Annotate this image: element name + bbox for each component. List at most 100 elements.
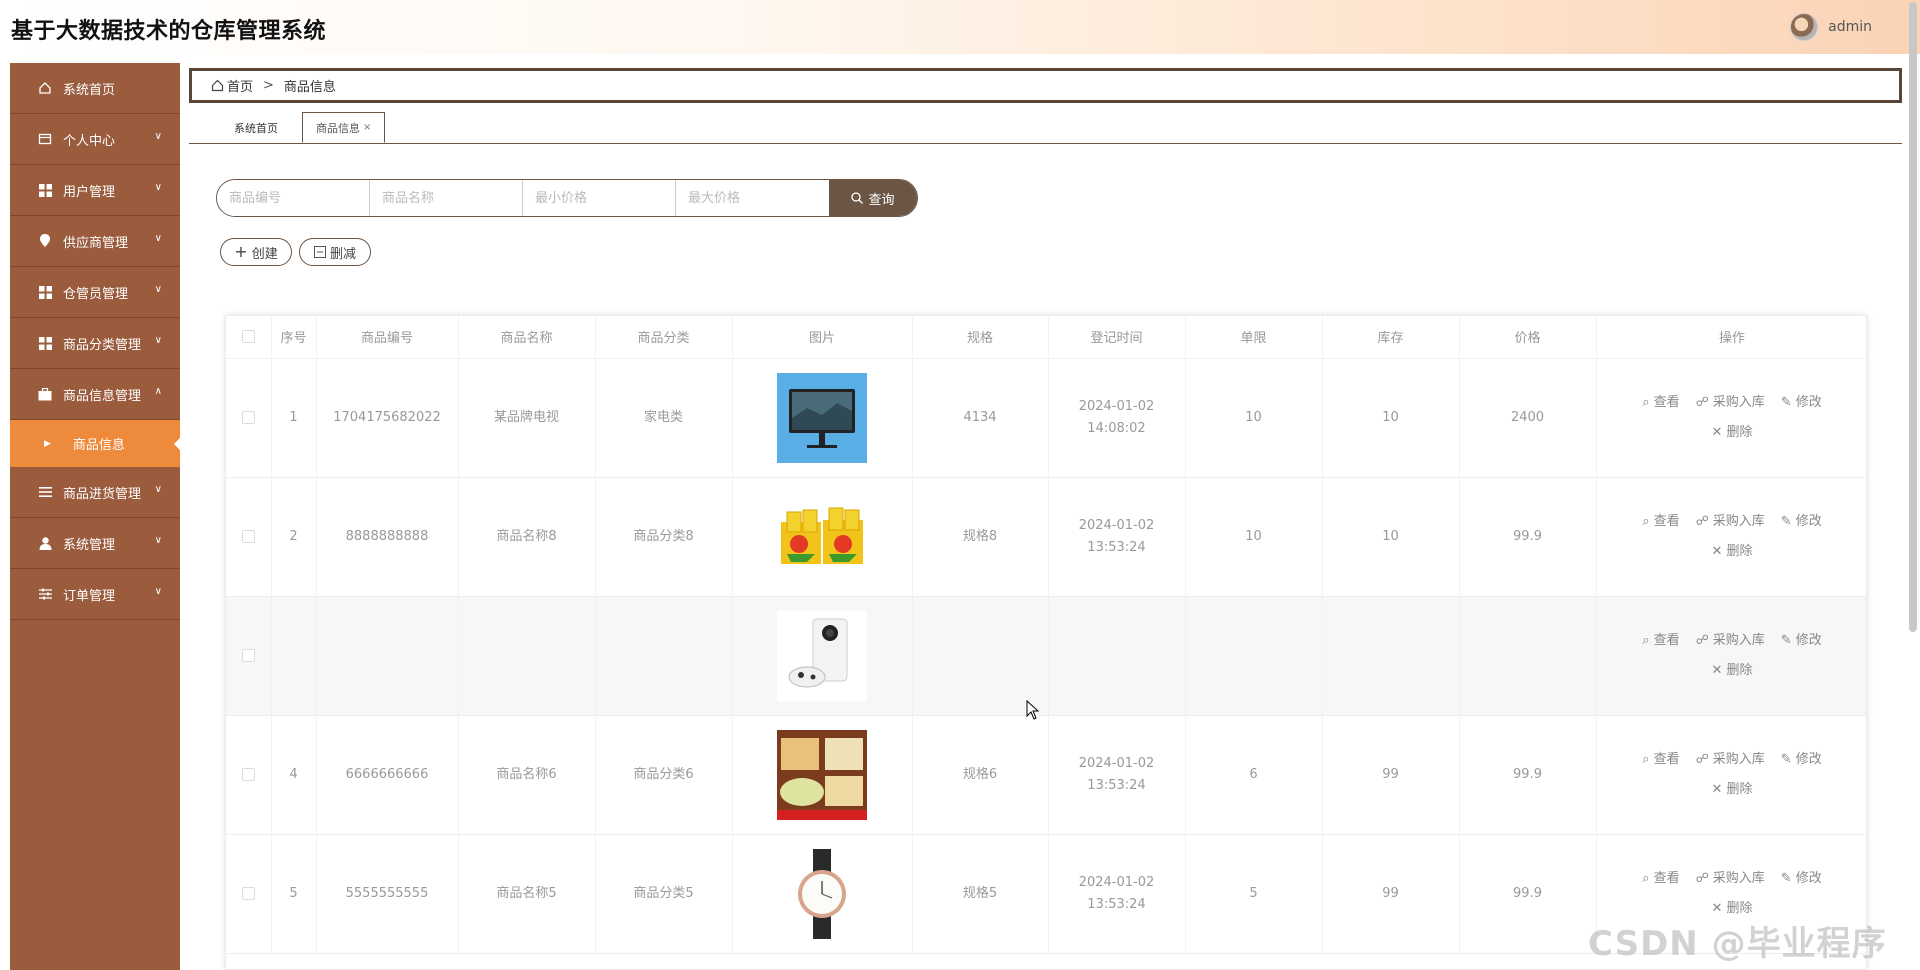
- purchase-button[interactable]: ☍ 采购入库: [1696, 749, 1765, 771]
- watermark: CSDN @毕业程序员: [1588, 924, 1887, 964]
- username[interactable]: admin: [1828, 19, 1872, 35]
- sidebar-item-label: 商品信息管理: [63, 388, 142, 404]
- row-checkbox[interactable]: [226, 596, 272, 716]
- cell-limit: [1185, 596, 1323, 716]
- list-icon: [37, 484, 53, 500]
- edit-button[interactable]: ✎ 修改: [1781, 392, 1822, 414]
- view-button[interactable]: ⌕ 查看: [1642, 392, 1679, 414]
- sidebar-item-system[interactable]: 系统管理 ∨: [10, 518, 180, 569]
- tab-bar: 系统首页 商品信息 ×: [189, 112, 1902, 144]
- cell-price: 99.9: [1459, 834, 1597, 954]
- edit-button[interactable]: ✎ 修改: [1781, 630, 1822, 652]
- minus-square-icon: [313, 246, 326, 258]
- cell-category: 家电类: [595, 358, 733, 478]
- view-button[interactable]: ⌕ 查看: [1642, 749, 1679, 771]
- purchase-button[interactable]: ☍ 采购入库: [1696, 392, 1765, 414]
- cell-price: 2400: [1459, 358, 1597, 478]
- user-icon: [37, 535, 53, 551]
- table-row[interactable]: ⌕ 查看 ☍ 采购入库 ✎ 修改 ✕ 删除: [226, 596, 1866, 716]
- product-code-input[interactable]: [217, 180, 370, 216]
- delete-label: 删除: [1726, 781, 1753, 797]
- edit-button[interactable]: ✎ 修改: [1781, 868, 1822, 890]
- sidebar-item-purchases[interactable]: 商品进货管理 ∨: [10, 467, 180, 518]
- delete-button[interactable]: ✕ 删除: [1712, 660, 1753, 682]
- search-button[interactable]: 查询: [829, 180, 917, 216]
- select-all-checkbox[interactable]: [226, 316, 272, 359]
- chevron-down-icon: ∨: [154, 182, 162, 193]
- cell-image: [732, 834, 913, 954]
- breadcrumb-home[interactable]: 首页: [227, 76, 253, 95]
- edit-button[interactable]: ✎ 修改: [1781, 749, 1822, 771]
- drinks-image[interactable]: [777, 491, 867, 582]
- delete-button[interactable]: ✕ 删除: [1712, 541, 1753, 563]
- top-header: 基于大数据技术的仓库管理系统 admin: [0, 0, 1920, 54]
- edit-button[interactable]: ✎ 修改: [1781, 511, 1822, 533]
- cake-image[interactable]: [777, 729, 867, 820]
- tab-label: 商品信息: [316, 121, 360, 135]
- sidebar-item-home[interactable]: 系统首页: [10, 63, 180, 114]
- sidebar-item-label: 订单管理: [63, 588, 116, 604]
- sidebar-subitem-label: 商品信息: [72, 438, 125, 453]
- sidebar-item-profile[interactable]: 个人中心 ∨: [10, 114, 180, 165]
- watch-image[interactable]: [777, 848, 867, 939]
- close-icon[interactable]: ×: [363, 122, 371, 133]
- cell-spec: 规格8: [912, 477, 1049, 597]
- table-row[interactable]: 1 1704175682022 某品牌电视 家电类 4134 2024-01-0…: [226, 358, 1866, 478]
- view-label: 查看: [1653, 394, 1680, 410]
- cell-category: 商品分类5: [595, 834, 733, 954]
- search-icon: ⌕: [1642, 513, 1650, 529]
- cell-name: 商品名称8: [458, 477, 596, 597]
- user-menu[interactable]: admin: [1790, 13, 1872, 41]
- cell-category: [595, 596, 733, 716]
- cell-name: 商品名称6: [458, 715, 596, 835]
- grid-icon: [37, 284, 53, 300]
- purchase-label: 采购入库: [1712, 870, 1765, 886]
- cell-index: 5: [271, 834, 317, 954]
- sidebar-item-label: 商品进货管理: [63, 486, 142, 502]
- row-checkbox[interactable]: [226, 715, 272, 835]
- delete-button[interactable]: ✕ 删除: [1712, 779, 1753, 801]
- pencil-icon: ✎: [1780, 632, 1792, 648]
- avatar[interactable]: [1790, 13, 1819, 41]
- chevron-down-icon: ∨: [154, 233, 162, 244]
- tab-home[interactable]: 系统首页: [234, 112, 278, 143]
- sidebar-item-orders[interactable]: 订单管理 ∨: [10, 569, 180, 620]
- card-icon: [37, 131, 53, 147]
- purchase-button[interactable]: ☍ 采购入库: [1696, 630, 1765, 652]
- sidebar-item-label: 供应商管理: [63, 235, 129, 251]
- page-scrollbar[interactable]: [1909, 2, 1917, 632]
- row-checkbox[interactable]: [226, 477, 272, 597]
- min-price-input[interactable]: [523, 180, 676, 216]
- row-checkbox[interactable]: [226, 834, 272, 954]
- view-label: 查看: [1653, 751, 1680, 767]
- delete-button[interactable]: ✕ 删除: [1712, 422, 1753, 444]
- view-button[interactable]: ⌕ 查看: [1642, 511, 1679, 533]
- purchase-button[interactable]: ☍ 采购入库: [1696, 511, 1765, 533]
- sidebar-item-label: 仓管员管理: [63, 286, 129, 302]
- console-image[interactable]: [777, 610, 867, 701]
- table-row[interactable]: 4 6666666666 商品名称6 商品分类6 规格6 2024-01-02 …: [226, 715, 1866, 835]
- sidebar-item-products[interactable]: 商品信息管理 ∧: [10, 369, 180, 420]
- cell-time: 2024-01-02 13:53:24: [1048, 715, 1186, 835]
- column-header: 单限: [1185, 316, 1323, 359]
- home-icon: [37, 80, 53, 96]
- sidebar-item-users[interactable]: 用户管理 ∨: [10, 165, 180, 216]
- purchase-button[interactable]: ☍ 采购入库: [1696, 868, 1765, 890]
- sidebar-item-categories[interactable]: 商品分类管理 ∨: [10, 318, 180, 369]
- home-icon[interactable]: [211, 79, 224, 92]
- sidebar-item-keepers[interactable]: 仓管员管理 ∨: [10, 267, 180, 318]
- view-button[interactable]: ⌕ 查看: [1642, 868, 1679, 890]
- create-button[interactable]: + 创建: [220, 238, 292, 266]
- tv-image[interactable]: [777, 372, 867, 463]
- product-name-input[interactable]: [370, 180, 523, 216]
- view-button[interactable]: ⌕ 查看: [1642, 630, 1679, 652]
- row-checkbox[interactable]: [226, 358, 272, 478]
- table-row[interactable]: 2 8888888888 商品名称8 商品分类8 规格8 2024-01-02 …: [226, 477, 1866, 597]
- sidebar-subitem-product-info[interactable]: ▶ 商品信息: [10, 420, 180, 467]
- cell-code: 6666666666: [316, 715, 459, 835]
- cell-index: 4: [271, 715, 317, 835]
- tab-product-info[interactable]: 商品信息 ×: [302, 112, 386, 143]
- delete-batch-button[interactable]: 删减: [299, 238, 371, 266]
- max-price-input[interactable]: [676, 180, 829, 216]
- sidebar-item-suppliers[interactable]: 供应商管理 ∨: [10, 216, 180, 267]
